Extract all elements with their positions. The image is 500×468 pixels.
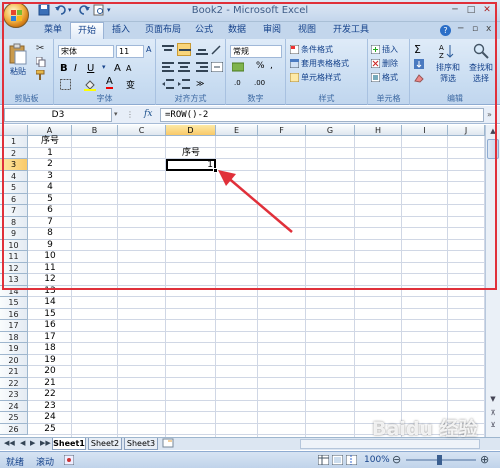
annotation-red-arrow bbox=[218, 170, 293, 233]
baidu-watermark-logo: Baidu 经验 bbox=[372, 418, 478, 440]
